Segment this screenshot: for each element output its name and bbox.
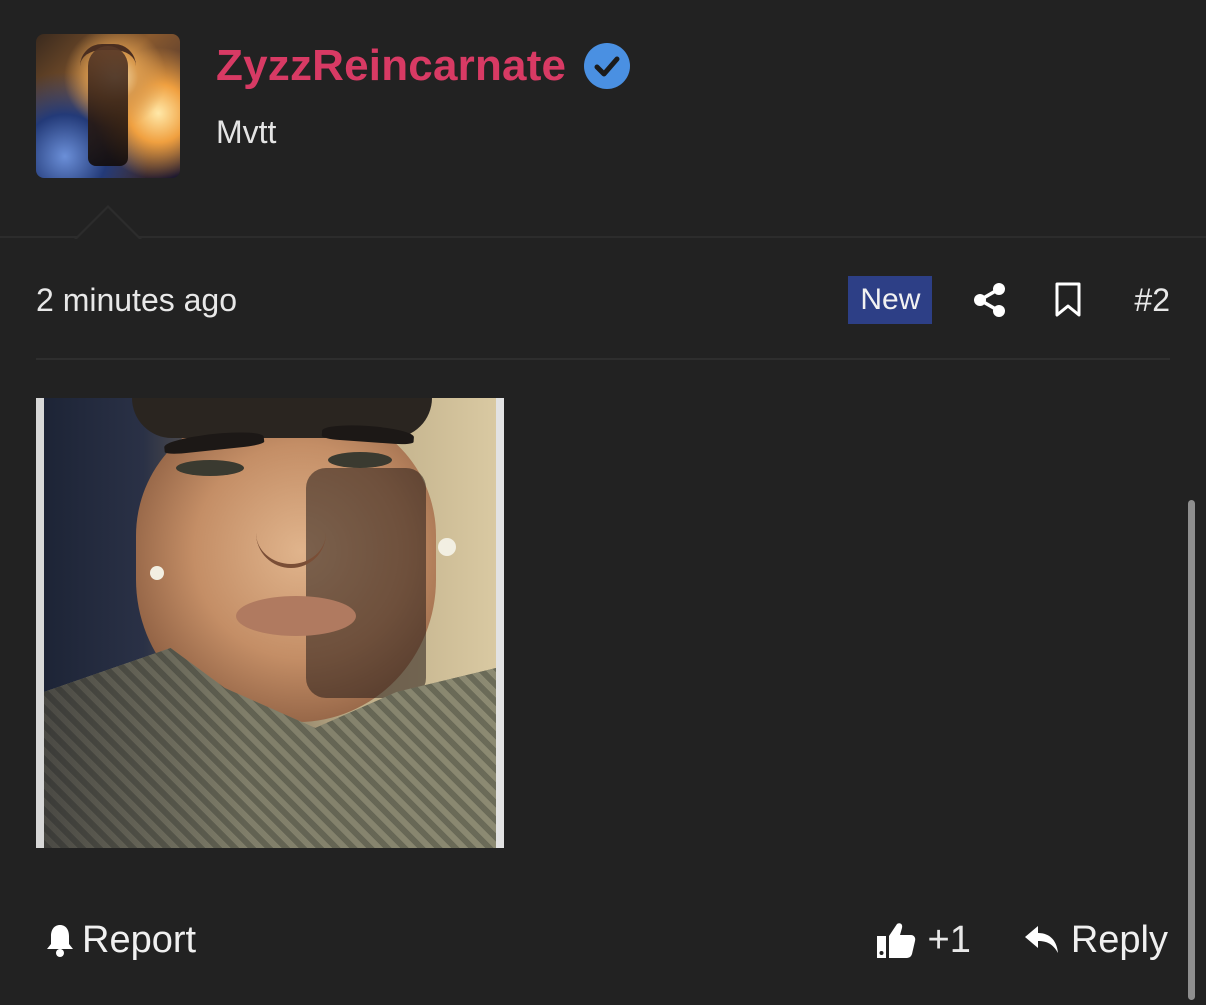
post-number-link[interactable]: #2	[1134, 282, 1170, 319]
photo-earring-right	[438, 538, 456, 556]
post-meta-actions: New #2	[848, 276, 1170, 324]
share-icon	[974, 283, 1006, 317]
like-button[interactable]: +1	[876, 919, 971, 962]
user-subtitle: Mvtt	[216, 114, 277, 150]
post-timestamp[interactable]: 2 minutes ago	[36, 282, 237, 319]
bookmark-button[interactable]	[1052, 281, 1084, 319]
new-badge: New	[848, 276, 933, 324]
report-button[interactable]: Report	[44, 919, 196, 962]
photo-frame-right	[496, 398, 504, 848]
photo-eye-left	[176, 460, 244, 476]
post-action-right: +1 Reply	[876, 919, 1168, 962]
reply-button[interactable]: Reply	[1023, 919, 1168, 962]
bell-icon	[47, 925, 73, 957]
bookmark-icon	[1055, 282, 1081, 317]
photo-shadow	[306, 468, 426, 698]
user-header: ZyzzReincarnate Mvtt	[0, 0, 1206, 238]
header-pointer-inner	[76, 208, 140, 240]
photo-eye-right	[328, 452, 392, 468]
meta-divider	[36, 358, 1170, 360]
avatar[interactable]	[36, 34, 180, 178]
verified-check-icon	[584, 43, 631, 89]
reply-arrow-icon	[1024, 926, 1058, 953]
photo-lips	[236, 596, 356, 636]
username-row: ZyzzReincarnate	[216, 38, 631, 94]
reply-label: Reply	[1070, 918, 1168, 961]
report-label: Report	[82, 918, 197, 961]
share-button[interactable]	[972, 282, 1008, 318]
post-action-row: Report +1 Reply	[44, 912, 1168, 968]
thumbs-up-icon	[876, 923, 915, 958]
scrollbar-thumb[interactable]	[1188, 500, 1195, 1000]
like-count: +1	[927, 918, 971, 961]
username-link[interactable]: ZyzzReincarnate	[216, 38, 566, 94]
post-meta-row: 2 minutes ago New #2	[36, 270, 1170, 330]
avatar-figure	[88, 46, 128, 166]
photo-earring-left	[150, 566, 164, 580]
post-attachment-image[interactable]	[36, 398, 504, 848]
photo-frame-left	[36, 398, 44, 848]
